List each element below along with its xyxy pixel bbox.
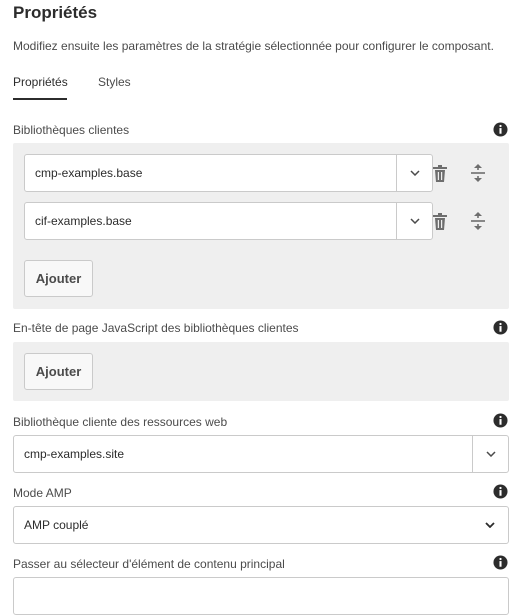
info-icon[interactable] [493, 320, 508, 335]
trash-icon[interactable] [429, 210, 451, 232]
amp-mode-value: AMP couplé [24, 518, 89, 532]
tab-properties[interactable]: Propriétés [13, 75, 68, 89]
client-library-value: cif-examples.base [35, 214, 132, 228]
chevron-down-icon[interactable] [472, 507, 508, 543]
js-head-libraries-label: En-tête de page JavaScript des bibliothè… [13, 321, 299, 335]
info-icon[interactable] [493, 122, 508, 137]
client-library-value: cmp-examples.base [35, 166, 143, 180]
info-icon[interactable] [493, 555, 508, 570]
reorder-icon[interactable] [467, 162, 489, 184]
page-description: Modifiez ensuite les paramètres de la st… [13, 39, 494, 53]
trash-icon[interactable] [429, 162, 451, 184]
js-head-libraries-panel: Ajouter [13, 342, 509, 401]
chevron-down-icon[interactable] [472, 436, 508, 472]
reorder-icon[interactable] [467, 210, 489, 232]
client-library-select-2[interactable]: cif-examples.base [24, 202, 433, 240]
amp-mode-select[interactable]: AMP couplé [13, 506, 509, 544]
add-js-head-library-button[interactable]: Ajouter [24, 353, 93, 390]
active-tab-indicator [13, 98, 67, 100]
skip-main-content-label: Passer au sélecteur d'élément de contenu… [13, 557, 285, 571]
info-icon[interactable] [493, 484, 508, 499]
client-library-select-1[interactable]: cmp-examples.base [24, 154, 433, 192]
chevron-down-icon[interactable] [396, 155, 432, 191]
info-icon[interactable] [493, 413, 508, 428]
page-title: Propriétés [13, 3, 98, 22]
amp-mode-label: Mode AMP [13, 486, 72, 500]
tab-styles[interactable]: Styles [98, 75, 131, 89]
client-libraries-label: Bibliothèques clientes [13, 123, 130, 137]
add-client-library-button[interactable]: Ajouter [24, 260, 93, 297]
web-resources-library-label: Bibliothèque cliente des ressources web [13, 415, 228, 429]
web-resources-library-value: cmp-examples.site [24, 447, 125, 461]
skip-main-content-input[interactable] [13, 577, 509, 615]
web-resources-library-select[interactable]: cmp-examples.site [13, 435, 509, 473]
chevron-down-icon[interactable] [396, 203, 432, 239]
client-libraries-panel: cmp-examples.base cif-examples.base Ajou… [13, 143, 509, 309]
